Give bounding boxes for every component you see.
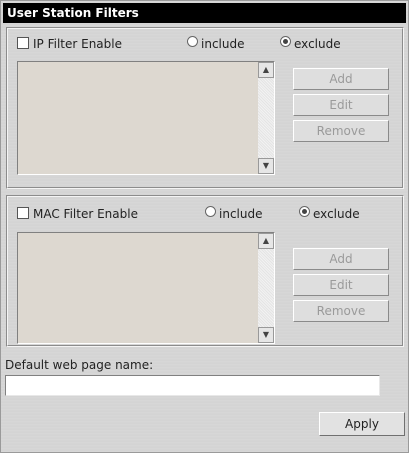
mac-filter-header: MAC Filter Enable include exclude bbox=[17, 206, 397, 222]
mac-exclude-radio[interactable] bbox=[299, 206, 310, 217]
scroll-down-arrow-icon[interactable]: ▼ bbox=[258, 327, 274, 343]
mac-include-label: include bbox=[219, 207, 263, 221]
ip-filter-group: IP Filter Enable include exclude ▲ ▼ Add… bbox=[6, 27, 404, 189]
ip-exclude-label: exclude bbox=[294, 37, 341, 51]
mac-filter-group: MAC Filter Enable include exclude ▲ ▼ Ad… bbox=[6, 195, 404, 347]
ip-filter-list[interactable]: ▲ ▼ bbox=[17, 61, 275, 175]
ip-filter-list-scrollbar[interactable]: ▲ ▼ bbox=[258, 62, 274, 174]
scroll-up-arrow-icon[interactable]: ▲ bbox=[258, 233, 274, 249]
apply-button[interactable]: Apply bbox=[319, 412, 405, 436]
scroll-down-arrow-icon[interactable]: ▼ bbox=[258, 158, 274, 174]
ip-include-radio[interactable] bbox=[187, 36, 198, 47]
default-web-page-input[interactable] bbox=[5, 375, 380, 396]
mac-filter-enable-checkbox[interactable] bbox=[17, 207, 29, 219]
ip-remove-button[interactable]: Remove bbox=[293, 120, 389, 142]
mac-edit-button[interactable]: Edit bbox=[293, 274, 389, 296]
ip-edit-button[interactable]: Edit bbox=[293, 94, 389, 116]
ip-add-button[interactable]: Add bbox=[293, 68, 389, 90]
ip-filter-enable-checkbox[interactable] bbox=[17, 37, 29, 49]
mac-filter-enable-label: MAC Filter Enable bbox=[33, 207, 138, 221]
mac-exclude-label: exclude bbox=[313, 207, 360, 221]
mac-add-button[interactable]: Add bbox=[293, 248, 389, 270]
user-station-filters-panel: User Station Filters IP Filter Enable in… bbox=[0, 0, 409, 453]
mac-filter-list[interactable]: ▲ ▼ bbox=[17, 232, 275, 344]
ip-filter-enable-label: IP Filter Enable bbox=[33, 37, 122, 51]
ip-exclude-radio[interactable] bbox=[280, 36, 291, 47]
ip-filter-header: IP Filter Enable include exclude bbox=[17, 36, 397, 52]
mac-include-radio[interactable] bbox=[205, 206, 216, 217]
scroll-up-arrow-icon[interactable]: ▲ bbox=[258, 62, 274, 78]
panel-title: User Station Filters bbox=[3, 3, 406, 23]
mac-remove-button[interactable]: Remove bbox=[293, 300, 389, 322]
mac-filter-list-scrollbar[interactable]: ▲ ▼ bbox=[258, 233, 274, 343]
ip-include-label: include bbox=[201, 37, 245, 51]
default-web-page-label: Default web page name: bbox=[5, 358, 154, 372]
